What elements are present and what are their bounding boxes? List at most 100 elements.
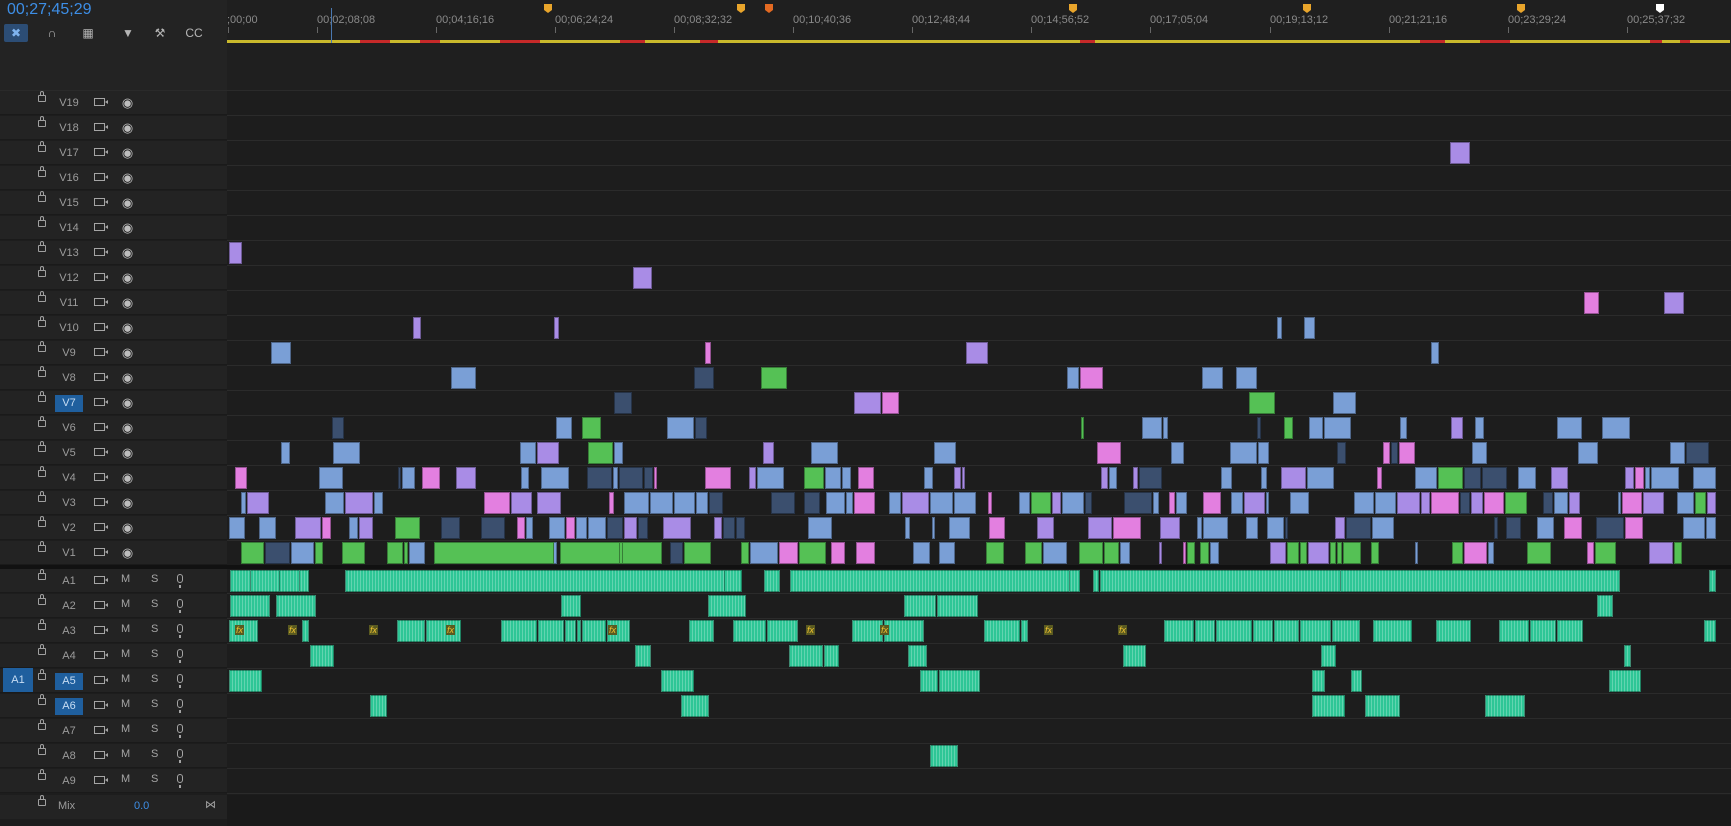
audio-clip[interactable] xyxy=(370,695,387,717)
video-clip[interactable] xyxy=(520,442,536,464)
video-clip[interactable] xyxy=(1333,392,1356,414)
video-clip[interactable] xyxy=(1484,492,1504,514)
video-clip[interactable] xyxy=(1037,517,1054,539)
video-clip[interactable] xyxy=(291,542,314,564)
video-clip[interactable] xyxy=(905,517,910,539)
video-clip[interactable] xyxy=(1371,542,1379,564)
video-clip[interactable] xyxy=(1450,142,1470,164)
video-clip[interactable] xyxy=(1602,417,1630,439)
video-clip[interactable] xyxy=(1230,442,1257,464)
video-clip[interactable] xyxy=(1200,542,1209,564)
video-clip[interactable] xyxy=(696,492,708,514)
video-clip[interactable] xyxy=(694,367,714,389)
audio-clip[interactable] xyxy=(397,620,425,642)
video-clip[interactable] xyxy=(1693,467,1716,489)
video-clip[interactable] xyxy=(842,467,851,489)
video-clip[interactable] xyxy=(1584,292,1599,314)
video-clip[interactable] xyxy=(241,492,246,514)
video-clip[interactable] xyxy=(1113,517,1141,539)
video-clip[interactable] xyxy=(398,467,401,489)
video-clip[interactable] xyxy=(757,467,784,489)
video-clip[interactable] xyxy=(1267,517,1284,539)
video-clip[interactable] xyxy=(587,467,612,489)
video-clip[interactable] xyxy=(265,542,290,564)
video-clip[interactable] xyxy=(281,442,290,464)
audio-clip[interactable] xyxy=(767,620,798,642)
audio-clip[interactable] xyxy=(937,595,978,617)
video-clip[interactable] xyxy=(1277,317,1282,339)
video-clip[interactable] xyxy=(1067,367,1079,389)
video-clip[interactable] xyxy=(1683,517,1705,539)
audio-clip[interactable] xyxy=(310,645,334,667)
video-clip[interactable] xyxy=(1142,417,1162,439)
video-clip[interactable] xyxy=(295,517,321,539)
video-clip[interactable] xyxy=(342,542,365,564)
video-clip[interactable] xyxy=(1261,467,1267,489)
video-clip[interactable] xyxy=(989,517,1005,539)
video-clip[interactable] xyxy=(1686,442,1709,464)
audio-clip[interactable] xyxy=(733,620,766,642)
video-clip[interactable] xyxy=(1464,542,1487,564)
video-clip[interactable] xyxy=(1304,317,1315,339)
audio-clip[interactable] xyxy=(1704,620,1716,642)
video-clip[interactable] xyxy=(409,542,425,564)
video-clip[interactable] xyxy=(1324,417,1351,439)
audio-clip[interactable] xyxy=(689,620,714,642)
audio-clip[interactable] xyxy=(681,695,709,717)
audio-clip[interactable] xyxy=(1253,620,1273,642)
video-clip[interactable] xyxy=(1210,542,1219,564)
audio-clip[interactable] xyxy=(1321,645,1336,667)
audio-clip[interactable] xyxy=(824,645,839,667)
video-clip[interactable] xyxy=(1399,442,1415,464)
video-clip[interactable] xyxy=(1670,442,1685,464)
audio-clip[interactable] xyxy=(1557,620,1583,642)
video-clip[interactable] xyxy=(1551,467,1568,489)
video-clip[interactable] xyxy=(1649,542,1673,564)
video-clip[interactable] xyxy=(1290,492,1309,514)
video-clip[interactable] xyxy=(404,542,408,564)
video-clip[interactable] xyxy=(576,517,587,539)
video-clip[interactable] xyxy=(1554,492,1568,514)
video-clip[interactable] xyxy=(1153,492,1159,514)
audio-clip[interactable] xyxy=(764,570,780,592)
video-clip[interactable] xyxy=(613,467,618,489)
lock-icon[interactable] xyxy=(38,795,46,806)
video-clip[interactable] xyxy=(624,492,649,514)
video-clip[interactable] xyxy=(511,492,532,514)
video-clip[interactable] xyxy=(831,542,845,564)
video-clip[interactable] xyxy=(1397,492,1420,514)
video-clip[interactable] xyxy=(1527,542,1551,564)
audio-clip[interactable] xyxy=(1123,645,1146,667)
video-clip[interactable] xyxy=(638,517,648,539)
video-clip[interactable] xyxy=(229,517,245,539)
video-clip[interactable] xyxy=(1287,542,1299,564)
video-clip[interactable] xyxy=(1187,542,1195,564)
video-clip[interactable] xyxy=(761,367,787,389)
video-clip[interactable] xyxy=(582,417,601,439)
video-clip[interactable] xyxy=(882,392,899,414)
video-clip[interactable] xyxy=(1163,417,1168,439)
video-clip[interactable] xyxy=(1643,492,1664,514)
video-clip[interactable] xyxy=(541,467,569,489)
video-clip[interactable] xyxy=(986,542,1004,564)
video-clip[interactable] xyxy=(1231,492,1243,514)
video-clip[interactable] xyxy=(1160,517,1180,539)
video-clip[interactable] xyxy=(315,542,323,564)
audio-clip[interactable] xyxy=(345,570,725,592)
video-clip[interactable] xyxy=(932,517,935,539)
source-patch-a1[interactable]: A1 xyxy=(3,668,33,692)
video-clip[interactable] xyxy=(1354,492,1374,514)
audio-clip[interactable] xyxy=(908,645,927,667)
video-clip[interactable] xyxy=(422,467,440,489)
audio-clip[interactable] xyxy=(1300,620,1331,642)
audio-clip[interactable] xyxy=(852,620,883,642)
video-clip[interactable] xyxy=(1625,517,1643,539)
video-clip[interactable] xyxy=(1330,542,1336,564)
video-clip[interactable] xyxy=(619,467,643,489)
video-clip[interactable] xyxy=(1236,367,1257,389)
video-clip[interactable] xyxy=(654,467,657,489)
video-clip[interactable] xyxy=(325,492,344,514)
video-clip[interactable] xyxy=(633,267,652,289)
audio-clip[interactable] xyxy=(538,620,564,642)
video-clip[interactable] xyxy=(1202,367,1223,389)
